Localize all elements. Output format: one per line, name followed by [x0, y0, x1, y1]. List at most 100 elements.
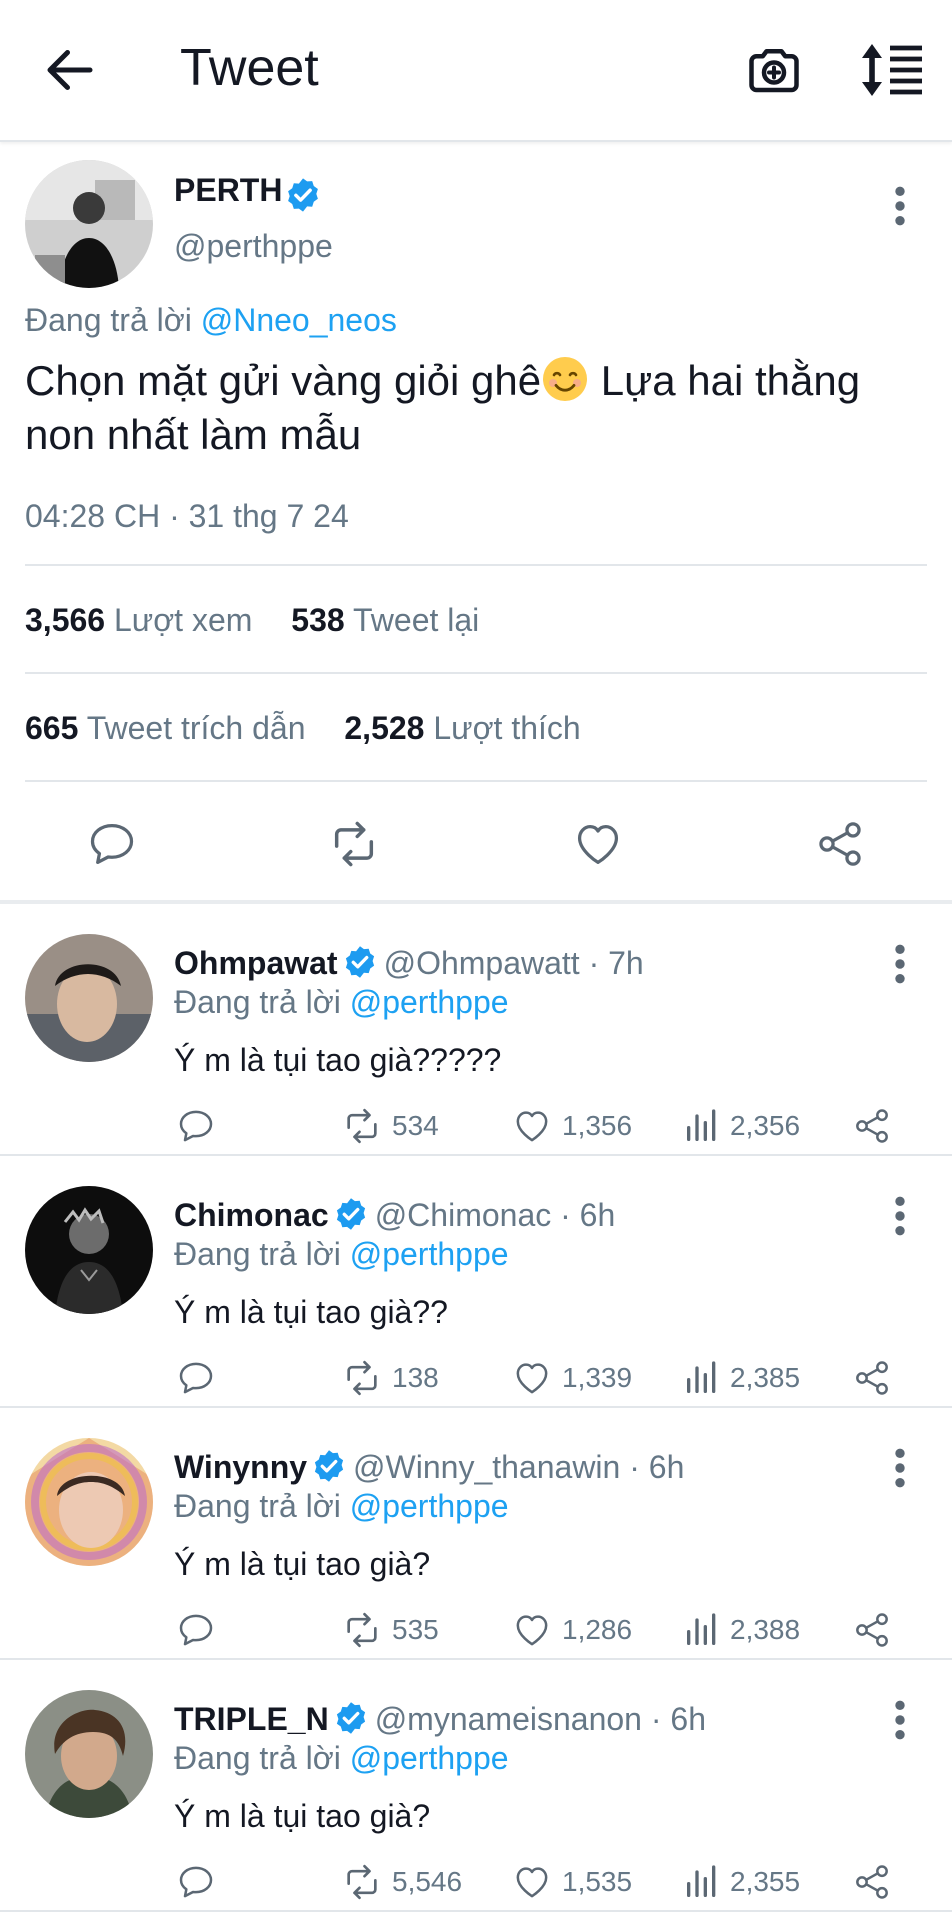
author-name[interactable]: Chimonac — [174, 1197, 329, 1233]
reply-icon[interactable] — [176, 1106, 216, 1146]
reply-header: Chimonac @Chimonac · 6h — [174, 1196, 615, 1234]
views-count: 2,388 — [730, 1614, 801, 1645]
share-icon[interactable] — [852, 1862, 892, 1902]
views-icon[interactable] — [682, 1610, 722, 1650]
avatar[interactable] — [25, 934, 153, 1062]
smiling-face-emoji — [541, 355, 589, 403]
page-title: Tweet — [180, 39, 319, 97]
reply-text: Ý m là tụi tao già????? — [174, 1042, 502, 1078]
share-icon[interactable] — [852, 1358, 892, 1398]
reply-tweet[interactable]: Winynny @Winny_thanawin · 6h Đang trả lời… — [0, 1408, 952, 1660]
reply-time: · 6h — [629, 1449, 685, 1485]
back-arrow-icon[interactable] — [40, 40, 100, 100]
camera-add-icon[interactable] — [744, 40, 804, 100]
avatar[interactable] — [25, 1438, 153, 1566]
author-handle[interactable]: @Winny_thanawin — [353, 1449, 620, 1485]
avatar[interactable] — [25, 1690, 153, 1818]
mention-link[interactable]: @perthppe — [350, 1488, 509, 1524]
verified-badge-icon — [333, 1196, 369, 1232]
more-options-icon[interactable] — [885, 184, 915, 228]
views-icon[interactable] — [682, 1106, 722, 1146]
like-icon[interactable] — [512, 1106, 552, 1146]
mention-link[interactable]: @Nneo_neos — [201, 302, 397, 338]
stats-row-likes: 665 Tweet trích dẫn 2,528 Lượt thích — [25, 710, 581, 747]
likes-label[interactable]: Lượt thích — [433, 710, 580, 746]
reply-actions: 535 1,286 2,388 — [0, 1610, 952, 1654]
like-icon[interactable] — [512, 1358, 552, 1398]
like-icon[interactable] — [572, 818, 624, 870]
replying-to-label: Đang trả lời — [25, 302, 192, 338]
author-handle[interactable]: @Chimonac — [375, 1197, 552, 1233]
reply-icon[interactable] — [176, 1358, 216, 1398]
reply-icon[interactable] — [176, 1610, 216, 1650]
sort-toggle-icon[interactable] — [860, 42, 924, 98]
views-count: 2,385 — [730, 1362, 801, 1393]
share-icon[interactable] — [852, 1610, 892, 1650]
retweets-label[interactable]: Tweet lại — [353, 602, 479, 638]
author-name[interactable]: Winynny — [174, 1449, 307, 1485]
author-name[interactable]: TRIPLE_N — [174, 1701, 329, 1737]
retweet-icon[interactable] — [342, 1610, 382, 1650]
views-icon[interactable] — [682, 1862, 722, 1902]
more-options-icon[interactable] — [885, 1698, 915, 1742]
stats-row-views: 3,566 Lượt xem 538 Tweet lại — [25, 602, 479, 639]
more-options-icon[interactable] — [885, 942, 915, 986]
reply-tweet[interactable]: TRIPLE_N @mynameisnanon · 6h Đang trả lời… — [0, 1660, 952, 1912]
views-count: 3,566 — [25, 602, 106, 638]
quotes-label[interactable]: Tweet trích dẫn — [87, 710, 306, 746]
replying-to: Đang trả lời @perthppe — [174, 1488, 509, 1525]
reply-icon[interactable] — [86, 818, 138, 870]
reply-time: · 7h — [588, 945, 644, 981]
retweet-icon[interactable] — [342, 1862, 382, 1902]
reply-header: Winynny @Winny_thanawin · 6h — [174, 1448, 684, 1486]
retweet-icon[interactable] — [328, 818, 380, 870]
retweet-count: 535 — [392, 1614, 439, 1645]
like-icon[interactable] — [512, 1862, 552, 1902]
reply-tweet[interactable]: Ohmpawat @Ohmpawatt · 7h Đang trả lời @pe… — [0, 904, 952, 1156]
tweet-text: Chọn mặt gửi vàng giỏi ghê Lựa hai thằng… — [25, 354, 925, 462]
replying-to: Đang trả lời @Nneo_neos — [25, 302, 397, 339]
reply-actions: 5,546 1,535 2,355 — [0, 1862, 952, 1906]
reply-text: Ý m là tụi tao già? — [174, 1546, 431, 1582]
like-icon[interactable] — [512, 1610, 552, 1650]
replying-to: Đang trả lời @perthppe — [174, 984, 509, 1021]
reply-actions: 138 1,339 2,385 — [0, 1358, 952, 1402]
views-icon[interactable] — [682, 1358, 722, 1398]
reply-tweet[interactable]: Chimonac @Chimonac · 6h Đang trả lời @per… — [0, 1156, 952, 1408]
tweet-text-part: Chọn mặt gửi vàng giỏi ghê — [25, 357, 542, 404]
verified-badge-icon — [284, 176, 322, 214]
avatar[interactable] — [25, 160, 153, 288]
divider — [25, 780, 927, 782]
reply-text: Ý m là tụi tao già?? — [174, 1294, 448, 1330]
author-handle[interactable]: @Ohmpawatt — [384, 945, 580, 981]
reply-header: TRIPLE_N @mynameisnanon · 6h — [174, 1700, 706, 1738]
mention-link[interactable]: @perthppe — [350, 984, 509, 1020]
views-label[interactable]: Lượt xem — [114, 602, 252, 638]
avatar[interactable] — [25, 1186, 153, 1314]
like-count: 1,339 — [562, 1362, 633, 1393]
more-options-icon[interactable] — [885, 1446, 915, 1490]
verified-badge-icon — [311, 1448, 347, 1484]
more-options-icon[interactable] — [885, 1194, 915, 1238]
mention-link[interactable]: @perthppe — [350, 1236, 509, 1272]
quotes-count: 665 — [25, 710, 79, 746]
like-count: 1,356 — [562, 1110, 633, 1141]
author-handle[interactable]: @mynameisnanon — [375, 1701, 642, 1737]
share-icon[interactable] — [852, 1106, 892, 1146]
mention-link[interactable]: @perthppe — [350, 1740, 509, 1776]
retweet-icon[interactable] — [342, 1358, 382, 1398]
reply-icon[interactable] — [176, 1862, 216, 1902]
share-icon[interactable] — [814, 818, 866, 870]
author-name[interactable]: Ohmpawat — [174, 945, 338, 981]
top-app-bar: Tweet — [0, 0, 952, 142]
reply-time: · 6h — [560, 1197, 616, 1233]
author-handle[interactable]: @perthppe — [174, 228, 333, 265]
retweets-count: 538 — [291, 602, 345, 638]
like-count: 1,535 — [562, 1866, 633, 1897]
author-name[interactable]: PERTH — [174, 172, 282, 209]
divider — [25, 564, 927, 566]
replying-to-label: Đang trả lời — [174, 1488, 341, 1524]
tweet-timestamp[interactable]: 04:28 CH · 31 thg 7 24 — [25, 498, 349, 535]
retweet-icon[interactable] — [342, 1106, 382, 1146]
verified-badge-icon — [342, 944, 378, 980]
